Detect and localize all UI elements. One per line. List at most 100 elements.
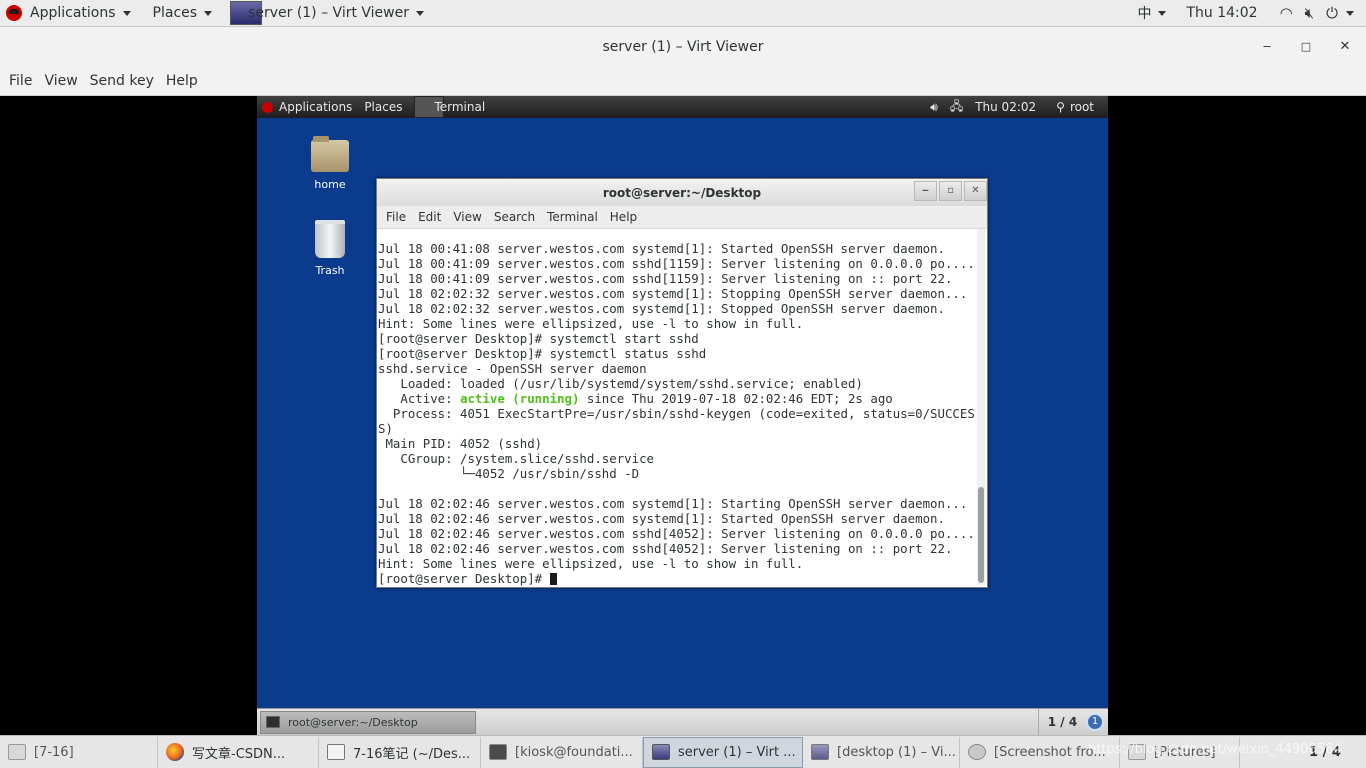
guest-applications-menu[interactable]: Applications xyxy=(257,96,358,118)
terminal-minimize-button[interactable]: ‒ xyxy=(914,181,937,201)
terminal-menu-view[interactable]: View xyxy=(447,210,487,224)
terminal-line: └─4052 /usr/sbin/sshd -D xyxy=(378,466,640,481)
display-icon[interactable]: 🖧 xyxy=(944,96,969,118)
clock-label: Thu 14:02 xyxy=(1186,5,1258,21)
chevron-down-icon[interactable] xyxy=(1346,10,1354,16)
taskbar-item-label: [desktop (1) – Vi... xyxy=(837,744,956,760)
taskbar-item-label: [7-16] xyxy=(34,744,74,760)
text-editor-icon xyxy=(327,744,345,760)
terminal-line: Jul 18 02:02:32 server.westos.com system… xyxy=(378,286,968,301)
terminal-line: Jul 18 00:41:08 server.westos.com system… xyxy=(378,241,945,256)
user-icon: ⚲ xyxy=(1056,100,1065,114)
places-label: Places xyxy=(152,5,198,21)
notification-badge[interactable]: 1 xyxy=(1086,713,1104,731)
virt-viewer-icon xyxy=(652,744,670,760)
taskbar-item-label: 写文章-CSDN... xyxy=(192,746,286,762)
taskbar-item-active[interactable]: server (1) – Virt ... xyxy=(643,736,803,768)
terminal-line-active: Active: active (running) since Thu 2019-… xyxy=(377,391,977,406)
trash-label: Trash xyxy=(315,264,345,277)
guest-clock[interactable]: Thu 02:02 xyxy=(969,96,1042,118)
guest-terminal-menu[interactable]: Terminal xyxy=(408,96,491,118)
guest-taskbar-item-terminal[interactable]: root@server:~/Desktop xyxy=(260,710,476,734)
guest-top-panel: Applications Places Terminal 🔊︎ 🖧 Thu 02… xyxy=(257,96,1108,118)
terminal-line: Jul 18 00:41:09 server.westos.com sshd[1… xyxy=(378,271,953,286)
clock[interactable]: Thu 14:02 xyxy=(1180,0,1263,27)
terminal-titlebar[interactable]: root@server:~/Desktop ‒ ▫ ✕ xyxy=(377,179,987,206)
terminal-close-button[interactable]: ✕ xyxy=(964,181,987,201)
taskbar-item[interactable]: [kiosk@foundati... xyxy=(481,736,643,768)
terminal-line: CGroup: /system.slice/sshd.service xyxy=(378,451,655,466)
wifi-icon[interactable]: ◠ xyxy=(1280,4,1293,22)
guest-places-label: Places xyxy=(364,100,403,114)
user-label: root xyxy=(1069,100,1094,114)
taskbar-item[interactable]: [desktop (1) – Vi... xyxy=(803,736,960,768)
terminal-menu-file[interactable]: File xyxy=(380,210,412,224)
guest-task-label: root@server:~/Desktop xyxy=(288,715,418,729)
taskbar-item[interactable]: [7-16] xyxy=(0,736,158,768)
viewer-title: server (1) – Virt Viewer xyxy=(602,39,764,55)
chevron-down-icon xyxy=(1158,10,1167,16)
guest-bottom-panel: root@server:~/Desktop 1 / 4 1 xyxy=(257,708,1108,735)
terminal-line: Jul 18 00:41:09 server.westos.com sshd[1… xyxy=(378,256,975,271)
power-icon[interactable]: ⏻ xyxy=(1326,4,1338,22)
terminal-prompt-line[interactable]: [root@server Desktop]# xyxy=(377,571,977,586)
volume-muted-icon[interactable]: 🔇︎ xyxy=(1305,4,1314,22)
window-menu[interactable]: server (1) – Virt Viewer xyxy=(224,0,430,27)
terminal-scrollbar-thumb[interactable] xyxy=(978,487,984,583)
guest-places-menu[interactable]: Places xyxy=(358,96,408,118)
guest-applications-label: Applications xyxy=(279,100,353,114)
desktop-icon-home[interactable]: home xyxy=(295,136,365,191)
window-menu-label: server (1) – Virt Viewer xyxy=(248,5,409,21)
terminal-line: sshd.service - OpenSSH server daemon xyxy=(378,361,647,376)
menu-send-key[interactable]: Send key xyxy=(84,73,160,89)
guest-workspace-switcher[interactable]: 1 / 4 xyxy=(1038,708,1086,735)
applications-label: Applications xyxy=(30,5,116,21)
terminal-maximize-button[interactable]: ▫ xyxy=(939,181,962,201)
terminal-line: Jul 18 02:02:46 server.westos.com system… xyxy=(378,496,968,511)
active-status: active (running) xyxy=(460,391,580,406)
volume-icon[interactable]: 🔊︎ xyxy=(924,96,944,118)
input-method-indicator[interactable]: 中 xyxy=(1131,0,1172,27)
viewer-titlebar: server (1) – Virt Viewer ‒ □ ✕ xyxy=(0,27,1366,67)
guest-terminal-label: Terminal xyxy=(434,100,486,114)
minimize-button[interactable]: ‒ xyxy=(1258,39,1276,55)
redhat-logo-icon xyxy=(262,101,273,113)
terminal-line: Hint: Some lines were ellipsized, use -l… xyxy=(378,556,804,571)
terminal-line: S) xyxy=(378,421,393,436)
menu-view[interactable]: View xyxy=(38,73,83,89)
taskbar-item-label: 7-16笔记 (~/Des... xyxy=(353,746,471,762)
terminal-line: Jul 18 02:02:46 server.westos.com system… xyxy=(378,511,945,526)
menu-help[interactable]: Help xyxy=(160,73,204,89)
terminal-scrollbar[interactable] xyxy=(977,229,985,585)
terminal-output[interactable]: Jul 18 00:41:08 server.westos.com system… xyxy=(377,229,977,587)
terminal-cursor xyxy=(549,573,557,585)
terminal-icon xyxy=(489,744,507,760)
guest-display[interactable]: Applications Places Terminal 🔊︎ 🖧 Thu 02… xyxy=(257,96,1108,735)
taskbar-item[interactable]: 7-16笔记 (~/Des... xyxy=(319,736,481,768)
terminal-window[interactable]: root@server:~/Desktop ‒ ▫ ✕ File Edit Vi… xyxy=(376,178,988,588)
taskbar-item-label: server (1) – Virt ... xyxy=(678,744,796,760)
terminal-line: Jul 18 02:02:46 server.westos.com sshd[4… xyxy=(378,526,975,541)
terminal-menu-edit[interactable]: Edit xyxy=(412,210,447,224)
terminal-menu-search[interactable]: Search xyxy=(488,210,541,224)
terminal-prompt: [root@server Desktop]# xyxy=(378,571,550,586)
taskbar-item[interactable]: 写文章-CSDN... xyxy=(158,736,319,768)
places-menu[interactable]: Places xyxy=(147,0,219,27)
terminal-line: Jul 18 02:02:32 server.westos.com system… xyxy=(378,301,945,316)
menu-file[interactable]: File xyxy=(3,73,38,89)
desktop-icon-trash[interactable]: Trash xyxy=(295,220,365,277)
chevron-down-icon xyxy=(204,10,213,16)
close-button[interactable]: ✕ xyxy=(1336,39,1354,55)
terminal-menu-terminal[interactable]: Terminal xyxy=(541,210,604,224)
terminal-line: [root@server Desktop]# systemctl status … xyxy=(378,346,707,361)
watermark: https://blog.csdn.net/weixin_44906564 xyxy=(1088,742,1342,757)
terminal-menu-help[interactable]: Help xyxy=(604,210,643,224)
user-menu[interactable]: ⚲ root xyxy=(1050,96,1100,118)
active-prefix: Active: xyxy=(378,391,461,406)
applications-menu[interactable]: Applications xyxy=(0,0,137,27)
maximize-button[interactable]: □ xyxy=(1297,39,1315,55)
virt-viewer-icon xyxy=(811,744,829,760)
active-since: since Thu 2019-07-18 02:02:46 EDT; 2s ag… xyxy=(579,391,893,406)
terminal-line: Jul 18 02:02:46 server.westos.com sshd[4… xyxy=(378,541,953,556)
